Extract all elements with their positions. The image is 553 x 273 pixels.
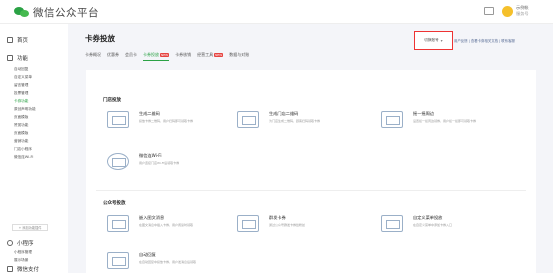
sidebar-item[interactable]: 自定义菜单 [14, 75, 32, 80]
home-icon [7, 37, 13, 43]
mail-icon[interactable] [484, 7, 494, 15]
user-name[interactable]: 示例帐 服务号 [516, 5, 529, 17]
wechat-logo[interactable]: 微信公众平台 [14, 5, 99, 20]
sidebar-item[interactable]: 页面模版 [14, 131, 28, 136]
article-icon [107, 215, 129, 232]
shake-icon [381, 111, 403, 128]
wechat-logo-icon [14, 7, 29, 18]
sidebar-item[interactable]: 营销功能 [14, 139, 28, 144]
card-mass-send[interactable]: 群发卡券 通过公众号群发卡券给粉丝 [237, 215, 377, 232]
sidebar-func-section: 功能 [7, 54, 28, 62]
tab[interactable]: 卡券概况 [85, 52, 101, 58]
card-auto-reply[interactable]: 自动回复 在自动回复中投放卡券，用户发消息后领取 [107, 252, 247, 269]
new-badge: NEW [160, 53, 170, 57]
store-qrcode-icon [237, 111, 259, 128]
avatar[interactable] [502, 6, 513, 17]
page-title: 卡券投放 [85, 34, 115, 43]
content-panel [86, 70, 536, 273]
tab[interactable]: 经营工具 NEW [197, 52, 224, 58]
sidebar-item[interactable]: 展示场景 [14, 258, 28, 263]
sidebar-item[interactable]: 页面模版 [14, 115, 28, 120]
top-bar: 微信公众平台 示例帐 服务号 [0, 0, 553, 24]
sidebar-item[interactable]: 留言管理 [14, 83, 28, 88]
sidebar-item[interactable]: 门店小程序 [14, 147, 32, 152]
account-select[interactable]: 切换账号 [414, 31, 453, 50]
auto-reply-icon [107, 252, 129, 269]
wifi-icon [107, 153, 129, 170]
sidebar-item[interactable]: 小程序管理 [14, 250, 32, 255]
qrcode-icon [107, 111, 129, 128]
card-menu[interactable]: 自定义菜单投放 在自定义菜单中添加卡券入口 [381, 215, 521, 232]
section-title: 门店投放 [103, 98, 121, 103]
grid-icon [7, 55, 13, 61]
card-qrcode[interactable]: 生成二维码 投放卡券二维码，用户扫码即可领取卡券 [107, 111, 247, 128]
miniprogram-icon [7, 240, 13, 246]
sidebar-item[interactable]: 微信连Wi-Fi [14, 155, 33, 160]
add-plugin-button[interactable]: + 添加功能插件 [12, 224, 48, 231]
tab-active[interactable]: 卡券投放 NEW [143, 52, 170, 61]
card-wifi[interactable]: 微信连Wi-Fi 用户连接门店Wi-Fi后领取卡券 [107, 153, 247, 170]
sidebar: 首页 功能 自动回复 自定义菜单 留言管理 投票管理 卡券功能 原创声明功能 页… [0, 24, 62, 273]
app-title: 微信公众平台 [33, 7, 99, 19]
divider [96, 190, 526, 191]
sidebar-item[interactable]: 赞赏功能 [14, 123, 28, 128]
new-badge: NEW [214, 53, 224, 57]
sidebar-item-cards[interactable]: 卡券功能 [14, 99, 28, 104]
pay-icon [7, 266, 13, 272]
section-title: 公众号投放 [103, 201, 126, 206]
sidebar-miniprogram-section: 小程序 [7, 239, 34, 247]
tab[interactable]: 会员卡 [125, 52, 137, 58]
tab-bar: 卡券概况 优惠券 会员卡 卡券投放 NEW 卡券核销 经营工具 NEW 数据与对账 [85, 52, 249, 61]
menu-icon [381, 215, 403, 232]
sidebar-item[interactable]: 原创声明功能 [14, 107, 36, 112]
sidebar-pay-section: 微信支付 [7, 265, 39, 273]
tab[interactable]: 数据与对账 [229, 52, 249, 58]
card-article[interactable]: 嵌入图文消息 在图文消息中插入卡券，用户阅读时领取 [107, 215, 247, 232]
tab[interactable]: 卡券核销 [175, 52, 191, 58]
sidebar-home[interactable]: 首页 [7, 36, 28, 44]
card-store-qrcode[interactable]: 生成门店二维码 为门店生成二维码，顾客扫码领取卡券 [237, 111, 377, 128]
tab[interactable]: 优惠券 [107, 52, 119, 58]
card-shake[interactable]: 摇一摇周边 设置摇一摇周边领券，用户摇一摇即可领取卡券 [381, 111, 521, 128]
sidebar-item[interactable]: 自动回复 [14, 67, 28, 72]
sidebar-item[interactable]: 投票管理 [14, 91, 28, 96]
help-links[interactable]: 用户反馈 | 查看卡券相关文档 | 联系客服 [454, 38, 515, 43]
mass-send-icon [237, 215, 259, 232]
